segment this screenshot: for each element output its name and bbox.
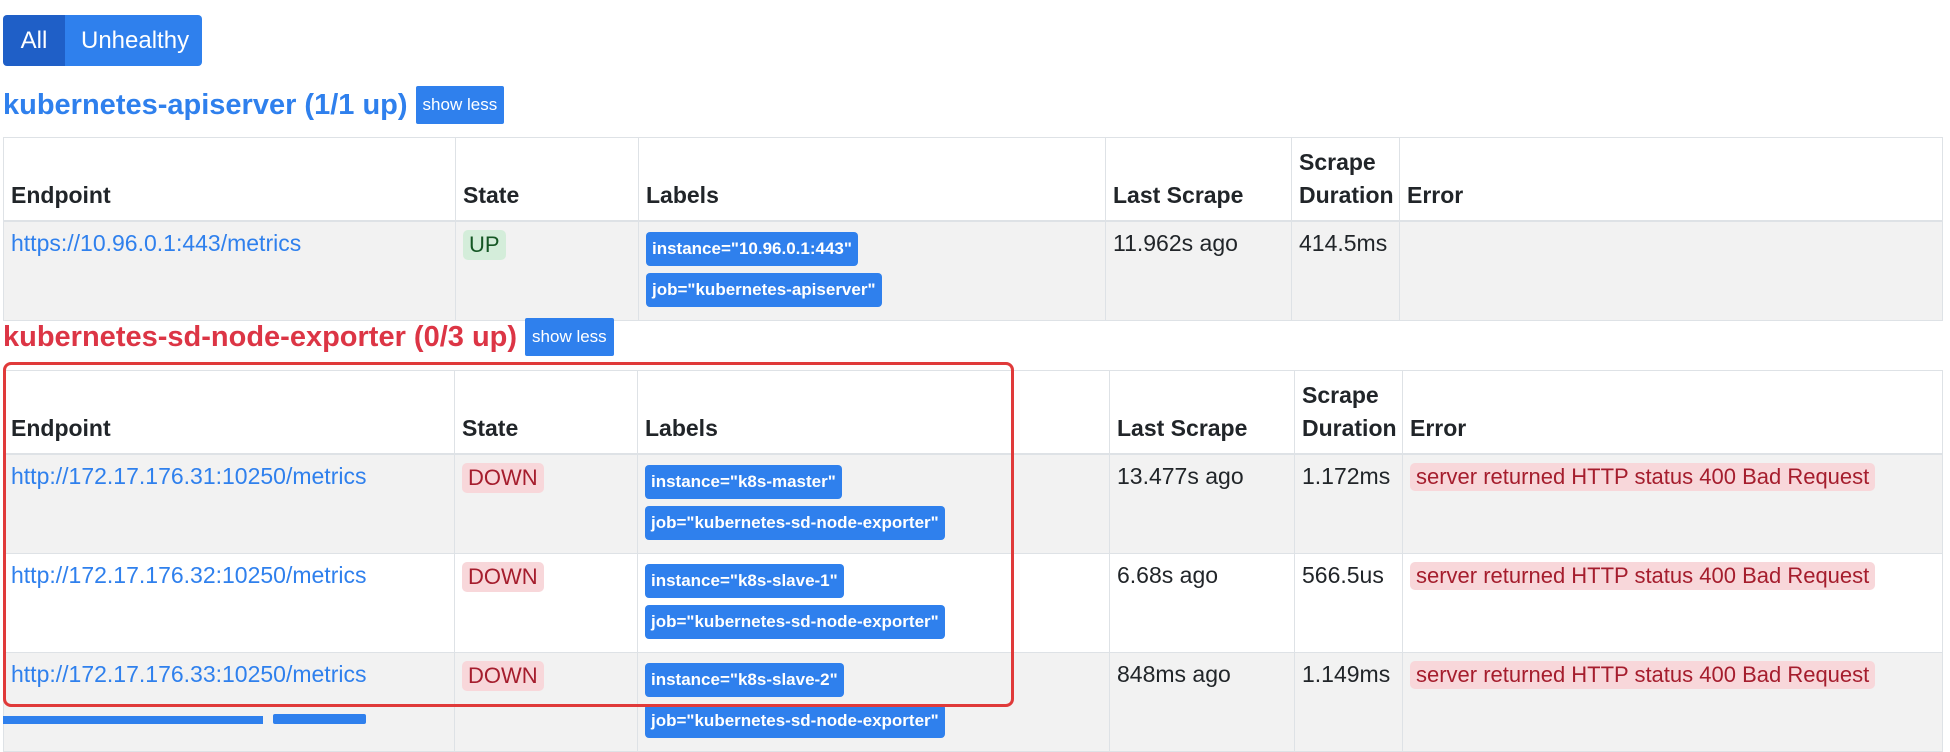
last-scrape-value: 6.68s ago — [1109, 553, 1295, 653]
column-header-error: Error — [1399, 137, 1943, 222]
scrape-duration-value: 566.5us — [1294, 553, 1403, 653]
scrape-duration-value: 414.5ms — [1291, 220, 1400, 321]
scrape-duration-value: 1.149ms — [1294, 652, 1403, 752]
label-badge-job: job="kubernetes-sd-node-exporter" — [645, 704, 945, 738]
column-header-state: State — [455, 137, 639, 222]
column-header-last-scrape: Last Scrape — [1105, 137, 1292, 222]
error-badge: server returned HTTP status 400 Bad Requ… — [1410, 463, 1876, 491]
label-badge-job: job="kubernetes-sd-node-exporter" — [645, 605, 945, 639]
filter-all-button[interactable]: All — [3, 15, 65, 66]
last-scrape-value: 848ms ago — [1109, 652, 1295, 752]
filter-unhealthy-button[interactable]: Unhealthy — [65, 15, 202, 66]
table-row: http://172.17.176.31:10250/metrics DOWN … — [3, 453, 1943, 554]
state-badge: DOWN — [462, 463, 544, 493]
endpoint-link[interactable]: https://10.96.0.1:443/metrics — [11, 230, 301, 256]
label-badge-job: job="kubernetes-sd-node-exporter" — [645, 506, 945, 540]
state-badge: DOWN — [462, 562, 544, 592]
column-header-endpoint: Endpoint — [3, 137, 456, 222]
job-header-kubernetes-apiserver: kubernetes-apiserver (1/1 up) show less — [3, 86, 505, 124]
label-badge-instance: instance="10.96.0.1:443" — [646, 232, 858, 266]
targets-table-kubernetes-apiserver: Endpoint State Labels Last Scrape Scrape… — [3, 137, 1943, 321]
job-title[interactable]: kubernetes-sd-node-exporter (0/3 up) — [3, 321, 517, 354]
last-scrape-value: 13.477s ago — [1109, 453, 1295, 554]
label-badge-instance: instance="k8s-slave-2" — [645, 663, 844, 697]
job-title[interactable]: kubernetes-apiserver (1/1 up) — [3, 89, 408, 122]
state-badge: UP — [463, 230, 506, 260]
scrape-duration-value: 1.172ms — [1294, 453, 1403, 554]
show-less-button[interactable]: show less — [525, 318, 614, 356]
job-header-kubernetes-sd-node-exporter: kubernetes-sd-node-exporter (0/3 up) sho… — [3, 318, 614, 356]
column-header-scrape-duration: Scrape Duration — [1294, 370, 1403, 455]
error-badge: server returned HTTP status 400 Bad Requ… — [1410, 562, 1876, 590]
column-header-state: State — [454, 370, 638, 455]
error-cell — [1399, 220, 1943, 321]
error-badge: server returned HTTP status 400 Bad Requ… — [1410, 661, 1876, 689]
table-row: http://172.17.176.32:10250/metrics DOWN … — [3, 553, 1943, 653]
column-header-labels: Labels — [638, 137, 1106, 222]
table-row: https://10.96.0.1:443/metrics UP instanc… — [3, 220, 1943, 321]
column-header-labels: Labels — [637, 370, 1110, 455]
endpoint-link[interactable]: http://172.17.176.31:10250/metrics — [11, 463, 366, 489]
column-header-scrape-duration: Scrape Duration — [1291, 137, 1400, 222]
column-header-last-scrape: Last Scrape — [1109, 370, 1295, 455]
last-scrape-value: 11.962s ago — [1105, 220, 1292, 321]
endpoint-link[interactable]: http://172.17.176.32:10250/metrics — [11, 562, 366, 588]
table-row: http://172.17.176.33:10250/metrics DOWN … — [3, 652, 1943, 752]
show-less-button[interactable]: show less — [415, 86, 505, 124]
label-badge-job: job="kubernetes-apiserver" — [646, 273, 882, 307]
label-badge-instance: instance="k8s-slave-1" — [645, 564, 844, 598]
table-header-row: Endpoint State Labels Last Scrape Scrape… — [3, 137, 1943, 222]
targets-table-kubernetes-sd-node-exporter: Endpoint State Labels Last Scrape Scrape… — [3, 370, 1943, 752]
column-header-endpoint: Endpoint — [3, 370, 455, 455]
health-filter-group: All Unhealthy — [3, 15, 202, 66]
column-header-error: Error — [1402, 370, 1943, 455]
endpoint-link[interactable]: http://172.17.176.33:10250/metrics — [11, 661, 366, 687]
table-header-row: Endpoint State Labels Last Scrape Scrape… — [3, 370, 1943, 455]
state-badge: DOWN — [462, 661, 544, 691]
label-badge-instance: instance="k8s-master" — [645, 465, 842, 499]
next-job-title-partial — [3, 716, 263, 724]
